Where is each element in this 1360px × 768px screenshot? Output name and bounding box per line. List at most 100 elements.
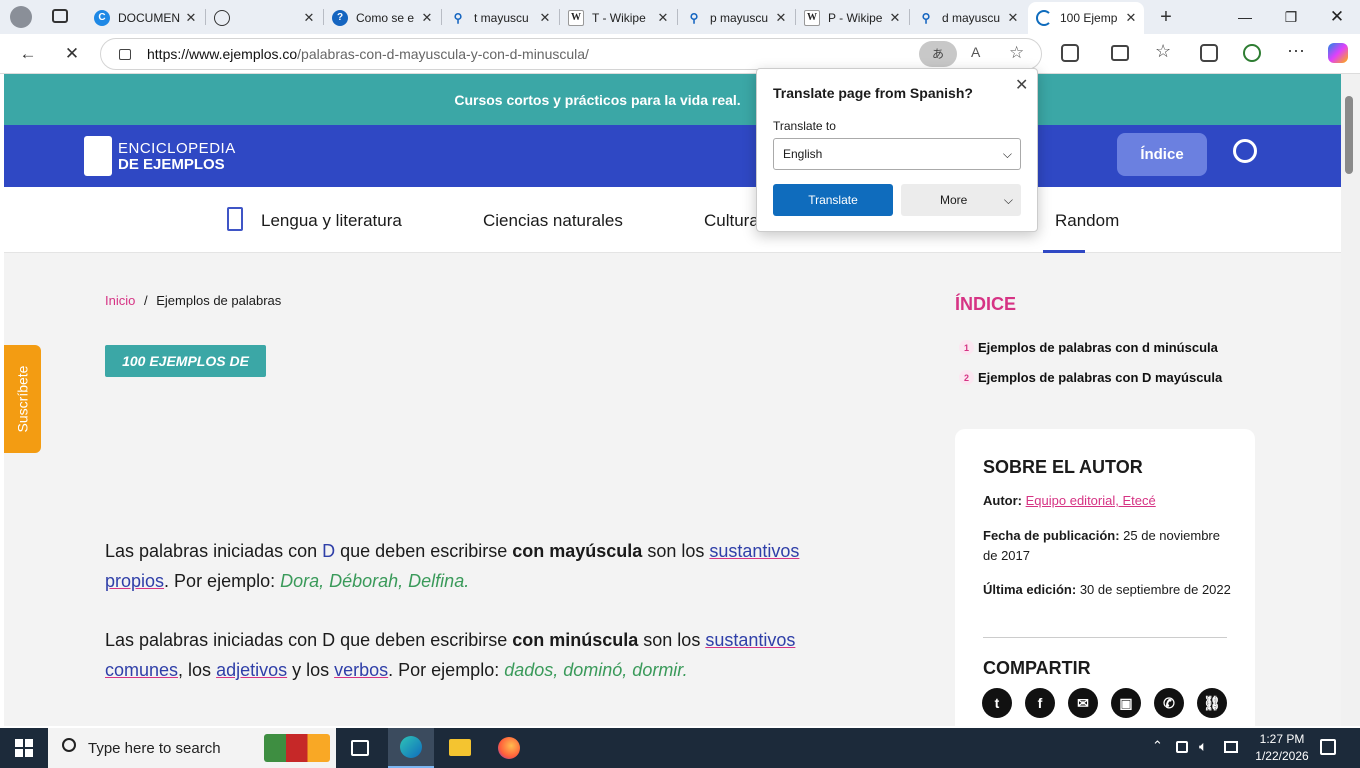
clock-date[interactable]: 1/22/2026 — [1248, 749, 1316, 763]
notification-icon[interactable] — [1320, 739, 1336, 755]
breadcrumb-separator: / — [143, 293, 148, 308]
read-aloud-icon[interactable]: A — [971, 44, 980, 60]
popup-close-icon[interactable]: ✕ — [1015, 75, 1028, 95]
author-card: SOBRE EL AUTOR Autor: Equipo editorial, … — [955, 429, 1255, 726]
subscribe-label: Suscríbete — [14, 365, 31, 433]
facebook-icon[interactable]: f — [1025, 688, 1055, 718]
wikipedia-icon: W — [568, 9, 584, 26]
network-icon[interactable] — [1176, 741, 1188, 753]
nav-active-indicator — [1043, 250, 1085, 253]
publication-date: Fecha de publicación: 25 de noviembre de… — [983, 528, 1220, 563]
close-icon[interactable]: ✕ — [538, 10, 552, 26]
translate-popup: ✕ Translate page from Spanish? Translate… — [756, 68, 1038, 232]
nav-lengua[interactable]: Lengua y literatura — [261, 211, 402, 231]
copy-link-icon[interactable]: ⛓ — [1197, 688, 1227, 718]
toc-number: 1 — [959, 340, 974, 355]
toc-number: 2 — [959, 370, 974, 385]
tab-t-mayuscula[interactable]: ⚲ t mayuscu ✕ — [442, 4, 558, 31]
paragraph-minuscula: Las palabras iniciadas con D que deben e… — [105, 630, 796, 680]
email-icon[interactable]: ✉ — [1068, 688, 1098, 718]
wikipedia-icon: W — [804, 9, 820, 26]
stop-button[interactable]: ✕ — [57, 40, 87, 68]
split-screen-icon[interactable] — [1111, 45, 1129, 61]
taskbar-search-box[interactable]: Type here to search — [48, 728, 336, 768]
tab-como-se[interactable]: ? Como se e ✕ — [324, 4, 440, 31]
nav-ciencias[interactable]: Ciencias naturales — [483, 211, 623, 231]
task-view-icon[interactable] — [351, 740, 369, 756]
close-icon[interactable]: ✕ — [888, 10, 902, 26]
toc-item-mayuscula[interactable]: Ejemplos de palabras con D mayúscula — [978, 370, 1222, 385]
chevron-down-icon: ⌵ — [1002, 147, 1012, 161]
more-button[interactable]: More ⌵ — [901, 184, 1021, 216]
page-scrollbar[interactable] — [1341, 74, 1360, 726]
back-button[interactable]: ← — [13, 40, 43, 68]
search-icon — [62, 738, 76, 752]
close-icon[interactable]: ✕ — [774, 10, 788, 26]
tab-100-ejemplos[interactable]: 100 Ejemp ✕ — [1028, 2, 1144, 34]
divider — [983, 637, 1227, 638]
favorite-star-icon[interactable]: ☆ — [1009, 43, 1024, 63]
search-icon[interactable] — [1233, 139, 1257, 163]
subscribe-tab[interactable]: Suscríbete — [4, 345, 41, 453]
clock-time[interactable]: 1:27 PM — [1253, 732, 1311, 746]
tab-p-wikipedia[interactable]: WP - Wikipe ✕ — [796, 4, 908, 31]
lock-icon[interactable] — [119, 48, 131, 60]
author-link[interactable]: Equipo editorial, Etecé — [1026, 493, 1156, 508]
close-icon[interactable]: ✕ — [1006, 10, 1020, 26]
tab-globe[interactable]: ✕ — [206, 4, 322, 31]
close-icon[interactable]: ✕ — [184, 10, 198, 26]
window-close-button[interactable]: ✕ — [1314, 0, 1360, 34]
site-logo[interactable]: ENCICLOPEDIA DE EJEMPLOS — [84, 134, 235, 178]
copilot-icon[interactable] — [1328, 43, 1348, 63]
scrollbar-thumb[interactable] — [1345, 96, 1353, 174]
close-icon[interactable]: ✕ — [1124, 10, 1138, 26]
link-verbos[interactable]: verbos — [334, 660, 388, 680]
edge-taskbar-icon[interactable] — [388, 728, 434, 768]
minimize-button[interactable]: — — [1222, 0, 1268, 34]
url-field[interactable]: https://www.ejemplos.co/palabras-con-d-m… — [100, 38, 1042, 70]
windows-start-icon[interactable] — [15, 739, 33, 757]
browser-essentials-icon[interactable] — [1243, 44, 1261, 62]
whatsapp-icon[interactable]: ✆ — [1154, 688, 1184, 718]
extensions-icon[interactable] — [1061, 44, 1079, 62]
collections-icon[interactable] — [1200, 44, 1218, 62]
tab-actions-icon[interactable] — [52, 9, 68, 23]
logo-book-icon — [84, 136, 112, 176]
promo-banner[interactable]: Cursos cortos y prácticos para la vida r… — [4, 74, 1341, 125]
tab-t-wikipedia[interactable]: WT - Wikipe ✕ — [560, 4, 676, 31]
file-explorer-icon[interactable] — [449, 739, 471, 756]
breadcrumb: Inicio / Ejemplos de palabras — [105, 293, 281, 308]
link-letter-d[interactable]: D — [322, 541, 335, 561]
nav-random[interactable]: Random — [1055, 211, 1119, 231]
breadcrumb-home[interactable]: Inicio — [105, 293, 135, 308]
favorites-icon[interactable]: ☆ — [1155, 41, 1171, 62]
classroom-icon[interactable]: ▣ — [1111, 688, 1141, 718]
profile-icon[interactable] — [10, 6, 32, 28]
settings-more-icon[interactable]: ··· — [1287, 40, 1305, 61]
tab-d-mayuscula[interactable]: ⚲ d mayuscu ✕ — [910, 4, 1026, 31]
new-tab-button[interactable]: + — [1152, 4, 1180, 30]
close-icon[interactable]: ✕ — [302, 10, 316, 26]
copilot-doc-icon: C — [94, 9, 110, 26]
nav-cultura[interactable]: Cultura — [704, 211, 759, 231]
close-icon[interactable]: ✕ — [420, 10, 434, 26]
ime-icon[interactable] — [1224, 741, 1238, 753]
translate-button[interactable]: Translate — [773, 184, 893, 216]
translate-icon[interactable]: あ — [919, 41, 957, 67]
url-path: /palabras-con-d-mayuscula-y-con-d-minusc… — [297, 46, 589, 62]
search-icon: ⚲ — [921, 10, 931, 25]
restore-button[interactable]: ❐ — [1268, 0, 1314, 34]
tab-p-mayuscula[interactable]: ⚲ p mayuscu ✕ — [678, 4, 794, 31]
toc-item-minuscula[interactable]: Ejemplos de palabras con d minúscula — [978, 340, 1218, 355]
close-icon[interactable]: ✕ — [656, 10, 670, 26]
tray-chevron-icon[interactable]: ⌃ — [1152, 738, 1163, 754]
language-select[interactable]: English ⌵ — [773, 138, 1021, 170]
tab-documento[interactable]: C DOCUMEN ✕ — [86, 4, 204, 31]
search-icon: ⚲ — [453, 10, 463, 25]
twitter-icon[interactable]: t — [982, 688, 1012, 718]
index-title: ÍNDICE — [955, 294, 1017, 314]
volume-icon[interactable]: 🔈︎ — [1199, 738, 1207, 755]
firefox-icon[interactable] — [498, 737, 520, 759]
link-adjetivos[interactable]: adjetivos — [216, 660, 287, 680]
index-button[interactable]: Índice — [1117, 133, 1207, 176]
